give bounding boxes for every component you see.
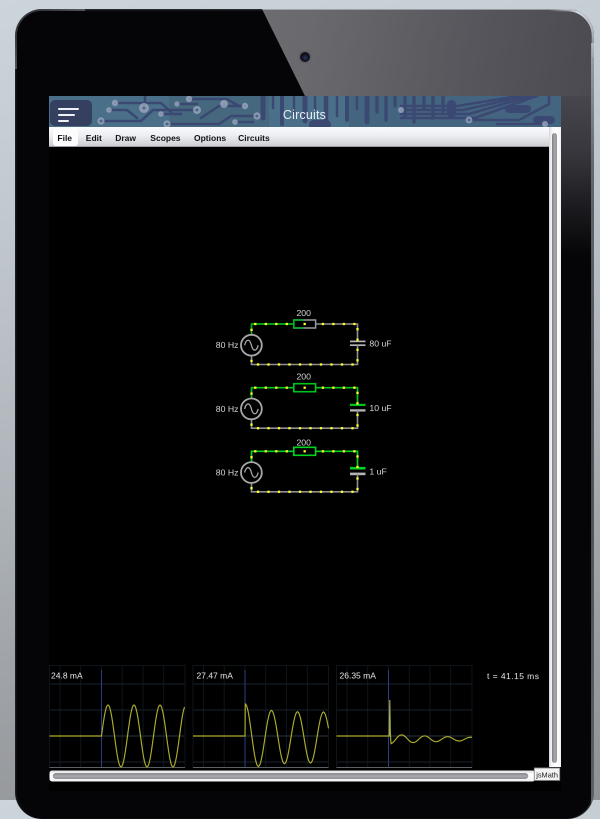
svg-text:jsMath: jsMath — [535, 770, 558, 779]
svg-text:80 Hz: 80 Hz — [215, 340, 238, 350]
svg-text:200: 200 — [296, 437, 311, 447]
svg-text:200: 200 — [296, 371, 311, 381]
svg-text:24.8 mA: 24.8 mA — [50, 670, 82, 680]
svg-text:10 uF: 10 uF — [369, 403, 391, 413]
svg-text:80 Hz: 80 Hz — [215, 467, 238, 477]
svg-text:26.35 mA: 26.35 mA — [339, 670, 376, 680]
svg-text:1 uF: 1 uF — [369, 466, 386, 476]
svg-text:80 uF: 80 uF — [369, 339, 391, 349]
svg-text:80 Hz: 80 Hz — [215, 404, 238, 414]
svg-text:200: 200 — [296, 308, 311, 318]
svg-text:27.47 mA: 27.47 mA — [196, 670, 233, 680]
svg-text:t = 41.15 ms: t = 41.15 ms — [486, 671, 538, 681]
